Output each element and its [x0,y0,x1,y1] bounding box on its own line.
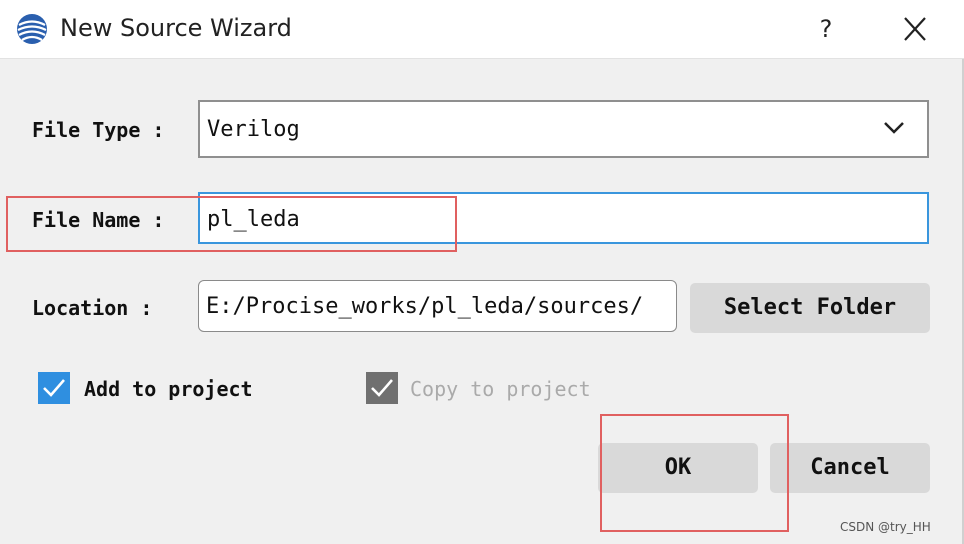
help-button[interactable]: ? [806,10,846,48]
annotation-box-ok [600,414,789,532]
copy-to-project-label: Copy to project [410,377,591,401]
select-folder-button[interactable]: Select Folder [690,283,930,333]
add-to-project-label[interactable]: Add to project [84,377,253,401]
cancel-button[interactable]: Cancel [770,443,930,493]
checkmark-icon [43,379,65,397]
add-to-project-checkbox[interactable] [38,372,70,404]
annotation-box-file-name [6,196,457,252]
file-type-label: File Type : [32,118,165,142]
file-type-value: Verilog [207,117,300,142]
title-bar: New Source Wizard ? [0,0,964,59]
wizard-sphere-icon [17,14,47,44]
watermark: CSDN @try_HH [840,520,931,534]
file-type-select[interactable]: Verilog [198,100,929,158]
close-icon [904,17,926,41]
copy-to-project-checkbox [366,372,398,404]
checkmark-icon [371,379,393,397]
location-label: Location : [32,296,153,320]
close-button[interactable] [896,12,934,46]
window-title: New Source Wizard [60,14,292,42]
location-input[interactable]: E:/Procise_works/pl_leda/sources/ [198,280,677,332]
chevron-down-icon [884,122,904,134]
